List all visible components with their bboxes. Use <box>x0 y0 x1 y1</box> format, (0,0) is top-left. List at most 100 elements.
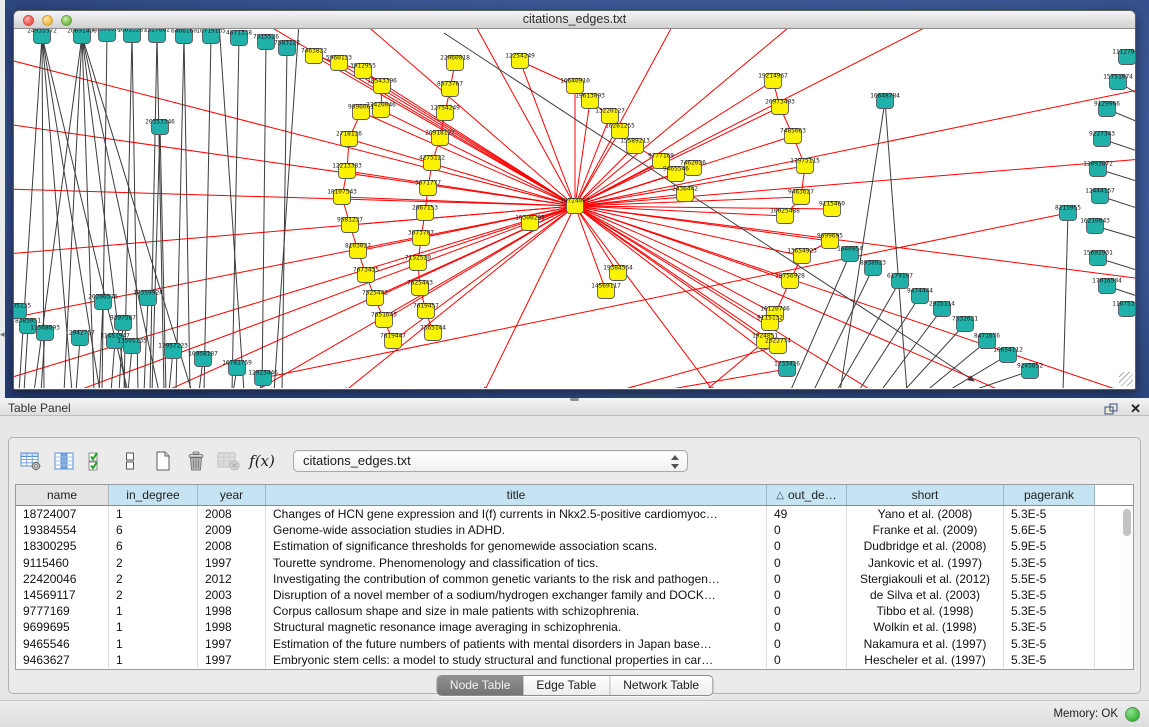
network-edge[interactable] <box>575 206 606 291</box>
network-edge[interactable] <box>184 36 190 388</box>
network-edge[interactable] <box>157 35 164 388</box>
table-scrollbar[interactable] <box>1122 508 1132 668</box>
network-node[interactable]: 3673787 <box>408 230 434 246</box>
network-node[interactable]: 18543396 <box>367 78 397 94</box>
network-edge[interactable] <box>903 324 965 388</box>
network-edge[interactable] <box>232 38 239 388</box>
network-node[interactable]: 18107543 <box>327 189 357 205</box>
row-height-icon[interactable] <box>116 447 144 475</box>
network-node[interactable]: 4275122 <box>419 155 445 171</box>
network-node[interactable]: 1527602 <box>144 29 170 43</box>
memory-status-icon[interactable] <box>1125 707 1140 722</box>
select-columns-icon[interactable] <box>83 447 111 475</box>
network-node[interactable]: 3671777 <box>415 180 441 196</box>
table-row[interactable]: 946362711997Embryonic stem cells: a mode… <box>16 652 1133 668</box>
panel-collapse-handle[interactable]: ◂ <box>0 328 6 340</box>
network-node[interactable]: 9227343 <box>1089 131 1115 147</box>
column-header-in_degree[interactable]: in_degree <box>109 485 198 505</box>
network-edge[interactable] <box>946 355 1008 388</box>
network-node[interactable]: 11127044 <box>1112 49 1135 65</box>
minimize-window-button[interactable] <box>42 15 53 26</box>
network-edge[interactable] <box>14 206 575 254</box>
network-node[interactable]: 1733426 <box>774 361 800 377</box>
network-node[interactable]: 6466160 <box>171 29 197 44</box>
delete-column-icon[interactable] <box>182 447 210 475</box>
window-resize-grip[interactable] <box>1119 372 1133 386</box>
network-node[interactable]: 10654112 <box>993 347 1023 363</box>
network-edge[interactable] <box>24 326 28 388</box>
network-edge[interactable] <box>176 36 184 388</box>
network-node[interactable]: 9129966 <box>1094 101 1120 117</box>
network-edge[interactable] <box>14 189 575 206</box>
network-node[interactable]: 10756928 <box>775 273 805 289</box>
network-node[interactable]: 8938923 <box>860 260 886 276</box>
table-row[interactable]: 977716911998Corpus callosum shape and si… <box>16 603 1133 619</box>
column-header-title[interactable]: title <box>266 485 767 505</box>
tab-node-table[interactable]: Node Table <box>437 676 524 695</box>
network-node[interactable]: 15751074 <box>1103 74 1133 90</box>
network-node[interactable]: 7525442 <box>362 290 388 306</box>
float-panel-icon[interactable] <box>1104 403 1118 415</box>
network-edge[interactable] <box>349 139 575 206</box>
network-node[interactable]: 20918127 <box>425 130 455 146</box>
network-node[interactable]: 10958187 <box>188 351 218 367</box>
network-node[interactable]: 6179197 <box>887 273 913 289</box>
show-column-icon[interactable] <box>50 447 78 475</box>
network-node[interactable]: 15692931 <box>1083 250 1113 266</box>
network-node[interactable]: 2718126 <box>336 131 362 147</box>
network-node[interactable]: 17957223 <box>158 343 188 359</box>
network-edge[interactable] <box>575 116 610 206</box>
network-node[interactable]: 16648784 <box>870 93 900 109</box>
column-header-name[interactable]: name <box>16 485 109 505</box>
network-node[interactable]: 7485063 <box>780 128 806 144</box>
network-edge[interactable] <box>363 71 575 206</box>
network-node[interactable]: 17359924 <box>133 290 163 306</box>
network-node[interactable]: 2935114 <box>929 301 955 317</box>
network-node[interactable]: 7619447 <box>380 333 406 349</box>
network-edge[interactable] <box>219 29 244 388</box>
table-row[interactable]: 1872400712008Changes of HCN gene express… <box>16 506 1133 522</box>
network-node[interactable]: 4671338 <box>226 30 252 46</box>
network-node[interactable]: 2436442 <box>672 186 698 202</box>
tab-network-table[interactable]: Network Table <box>609 676 712 695</box>
network-canvas[interactable]: 2493557220691406209318061065328715276026… <box>14 29 1135 388</box>
network-node[interactable]: 9245652 <box>1017 363 1043 379</box>
network-node[interactable]: 16261255 <box>605 123 635 139</box>
network-node[interactable]: 9896061 <box>348 104 374 120</box>
network-edge[interactable] <box>575 89 1135 206</box>
network-edge[interactable] <box>14 206 575 379</box>
table-row[interactable]: 969969511998Structural magnetic resonanc… <box>16 619 1133 635</box>
network-edge[interactable] <box>393 206 575 341</box>
table-mode-icon[interactable] <box>17 447 45 475</box>
column-header-pagerank[interactable]: pagerank <box>1004 485 1095 505</box>
network-node[interactable]: 9463627 <box>788 189 814 205</box>
table-scrollbar-thumb[interactable] <box>1123 509 1131 536</box>
network-node[interactable]: 22060818 <box>440 55 470 71</box>
network-edge[interactable] <box>575 101 590 206</box>
network-edge[interactable] <box>204 36 211 388</box>
delete-table-icon[interactable] <box>215 447 243 475</box>
column-header-year[interactable]: year <box>198 485 266 505</box>
table-row[interactable]: 911546021997Tourette syndrome. Phenomeno… <box>16 555 1133 571</box>
network-node[interactable]: 19214967 <box>758 73 788 89</box>
table-row[interactable]: 2242004622012Investigating the contribut… <box>16 571 1133 587</box>
network-edge[interactable] <box>880 309 942 388</box>
network-node[interactable]: 12444157 <box>1085 188 1115 204</box>
network-node[interactable]: 12213383 <box>332 163 362 179</box>
network-node[interactable]: 10719135 <box>196 29 226 44</box>
column-header-out_de[interactable]: △out_de… <box>767 485 847 505</box>
network-node[interactable]: 19613093 <box>575 93 605 109</box>
network-node[interactable]: 16640910 <box>560 78 590 94</box>
network-edge[interactable] <box>262 42 266 388</box>
table-row[interactable]: 1456911722003Disruption of a novel membe… <box>16 587 1133 603</box>
function-builder-icon[interactable]: f(x) <box>248 447 276 475</box>
table-row[interactable]: 1938455462009Genome-wide association stu… <box>16 522 1133 538</box>
network-node[interactable]: 7651645 <box>371 312 397 328</box>
network-node[interactable]: 5905135 <box>14 303 31 319</box>
network-node[interactable]: 11675333 <box>1112 301 1135 317</box>
network-node[interactable]: 16210643 <box>1080 218 1110 234</box>
tab-edge-table[interactable]: Edge Table <box>523 676 609 695</box>
network-edge[interactable] <box>1063 213 1068 388</box>
column-header-short[interactable]: short <box>847 485 1004 505</box>
network-node[interactable]: 14569117 <box>591 283 621 299</box>
